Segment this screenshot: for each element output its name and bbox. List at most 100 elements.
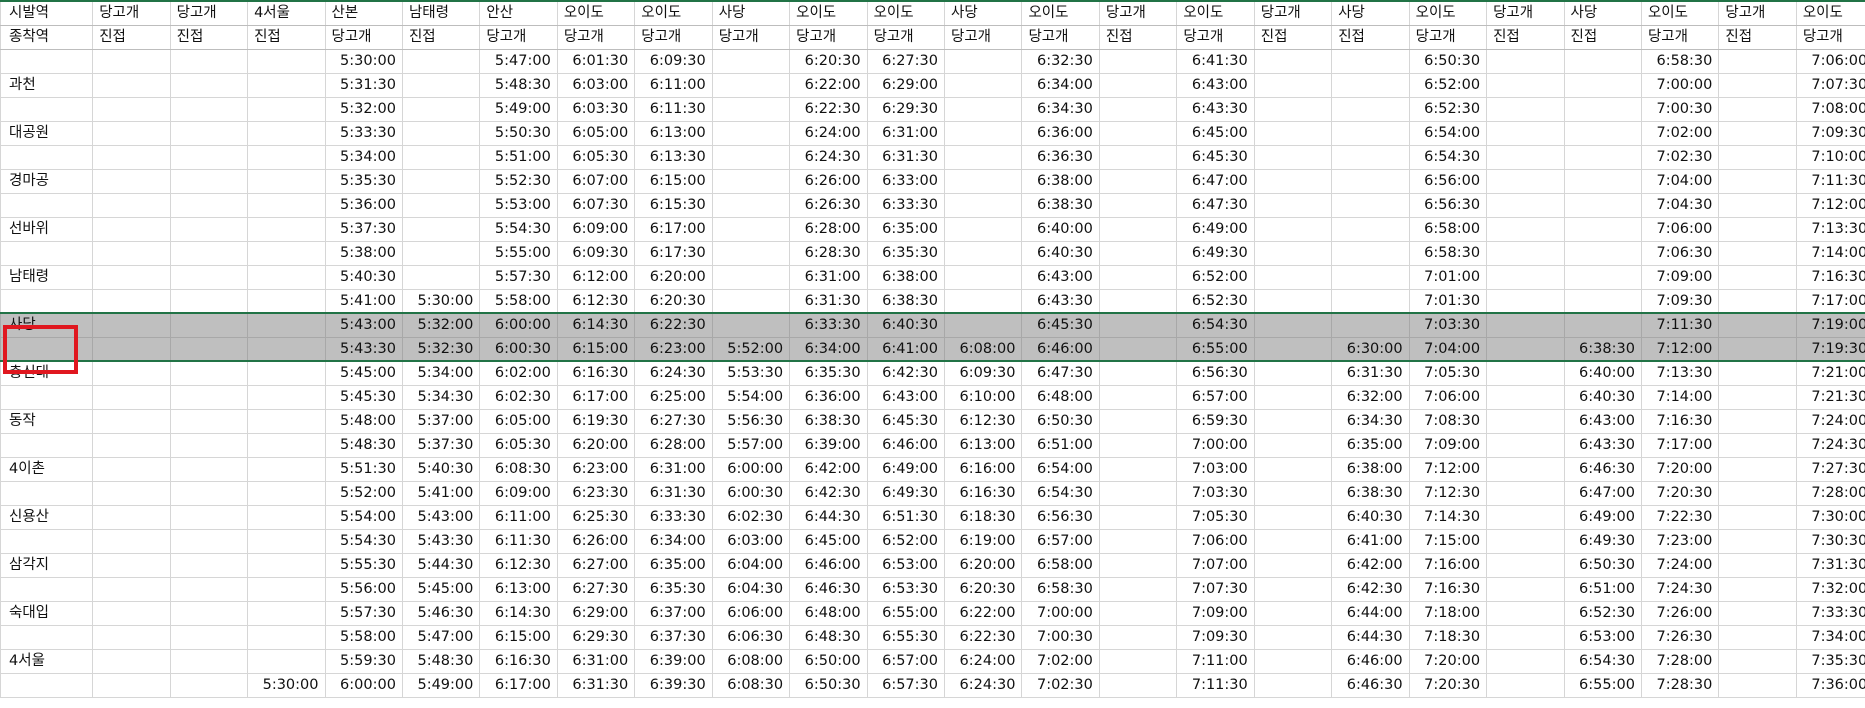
time-cell[interactable]: 7:05:30	[1408, 360, 1488, 386]
time-cell[interactable]	[1098, 264, 1178, 290]
time-cell[interactable]: 6:38:30	[1021, 192, 1100, 218]
header-cell[interactable]: 사당	[943, 0, 1023, 26]
time-cell[interactable]: 7:07:30	[1176, 576, 1255, 602]
time-cell[interactable]	[1486, 216, 1565, 242]
time-cell[interactable]: 6:14:30	[556, 312, 636, 338]
time-cell[interactable]: 6:49:30	[1176, 240, 1255, 266]
time-cell[interactable]: 6:31:30	[634, 480, 713, 506]
time-cell[interactable]: 6:28:30	[789, 240, 868, 266]
time-cell[interactable]: 6:03:00	[711, 528, 791, 554]
time-cell[interactable]	[92, 600, 171, 626]
time-cell[interactable]: 6:58:00	[1408, 216, 1488, 242]
time-cell[interactable]: 6:31:30	[789, 288, 868, 314]
time-cell[interactable]: 6:31:30	[1331, 360, 1410, 386]
time-cell[interactable]: 6:46:30	[789, 576, 868, 602]
time-cell[interactable]	[1098, 360, 1178, 386]
time-cell[interactable]	[401, 144, 481, 170]
time-cell[interactable]	[943, 48, 1023, 74]
time-cell[interactable]: 6:08:30	[479, 456, 558, 482]
time-cell[interactable]: 5:54:30	[324, 528, 403, 554]
time-cell[interactable]	[1486, 480, 1565, 506]
time-cell[interactable]	[1253, 408, 1333, 434]
time-cell[interactable]: 6:37:30	[634, 624, 713, 650]
time-cell[interactable]: 6:04:30	[711, 576, 791, 602]
time-cell[interactable]: 6:33:30	[789, 312, 868, 338]
time-cell[interactable]: 6:23:30	[556, 480, 636, 506]
spreadsheet-grid[interactable]: 시발역 당고개 당고개 4서울 산본 남태령 안산 오이도 오이도 사당 오이도 오이도 사당 오이도 당고…	[0, 0, 1865, 708]
time-cell[interactable]: 7:26:30	[1640, 624, 1720, 650]
time-cell[interactable]: 6:12:30	[943, 408, 1023, 434]
header-cell[interactable]: 당고개	[1486, 0, 1565, 26]
time-cell[interactable]: 6:54:30	[1021, 480, 1100, 506]
time-cell[interactable]: 6:48:00	[789, 600, 868, 626]
time-cell[interactable]: 7:09:30	[1795, 120, 1865, 146]
time-cell[interactable]: 6:19:00	[943, 528, 1023, 554]
time-cell[interactable]	[1718, 624, 1797, 650]
time-cell[interactable]	[1098, 288, 1178, 314]
time-cell[interactable]: 7:14:00	[1795, 240, 1865, 266]
time-cell[interactable]	[1486, 192, 1565, 218]
time-cell[interactable]: 7:04:30	[1640, 192, 1720, 218]
station-cell[interactable]: 4이촌	[0, 456, 94, 482]
time-cell[interactable]: 6:58:30	[1640, 48, 1720, 74]
header-cell[interactable]: 오이도	[1640, 0, 1720, 26]
time-cell[interactable]	[1098, 456, 1178, 482]
time-cell[interactable]: 6:12:00	[556, 264, 636, 290]
time-cell[interactable]	[711, 192, 791, 218]
time-cell[interactable]: 6:43:00	[1021, 264, 1100, 290]
time-cell[interactable]: 6:46:30	[1563, 456, 1642, 482]
time-cell[interactable]: 6:57:30	[866, 672, 946, 698]
time-cell[interactable]: 7:28:00	[1640, 648, 1720, 674]
time-cell[interactable]: 7:09:00	[1176, 600, 1255, 626]
time-cell[interactable]: 5:57:30	[479, 264, 558, 290]
time-cell[interactable]	[1563, 72, 1642, 98]
time-cell[interactable]: 7:12:30	[1408, 480, 1488, 506]
time-cell[interactable]: 6:31:00	[634, 456, 713, 482]
time-cell[interactable]	[1486, 168, 1565, 194]
time-cell[interactable]	[1098, 648, 1178, 674]
time-cell[interactable]	[1486, 312, 1565, 338]
time-cell[interactable]: 7:24:00	[1795, 408, 1865, 434]
time-cell[interactable]: 7:30:30	[1795, 528, 1865, 554]
time-cell[interactable]: 6:06:00	[711, 600, 791, 626]
time-cell[interactable]: 6:09:30	[634, 48, 713, 74]
time-cell[interactable]: 6:32:00	[1331, 384, 1410, 410]
time-cell[interactable]: 6:59:30	[1176, 408, 1255, 434]
time-cell[interactable]	[247, 432, 326, 458]
time-cell[interactable]: 6:11:30	[479, 528, 558, 554]
time-cell[interactable]: 6:36:30	[1021, 144, 1100, 170]
header-cell[interactable]: 당고개	[1176, 24, 1255, 50]
time-cell[interactable]: 6:54:30	[1563, 648, 1642, 674]
time-cell[interactable]: 5:45:00	[401, 576, 481, 602]
time-cell[interactable]: 6:07:30	[556, 192, 636, 218]
time-cell[interactable]	[1718, 384, 1797, 410]
time-cell[interactable]	[1718, 216, 1797, 242]
time-cell[interactable]: 5:45:30	[324, 384, 403, 410]
time-cell[interactable]: 5:54:30	[479, 216, 558, 242]
time-cell[interactable]	[1098, 192, 1178, 218]
time-cell[interactable]: 7:32:00	[1795, 576, 1865, 602]
header-cell[interactable]: 사당	[1563, 0, 1642, 26]
time-cell[interactable]: 5:50:30	[479, 120, 558, 146]
time-cell[interactable]: 5:30:00	[401, 288, 481, 314]
time-cell[interactable]: 6:23:00	[634, 336, 713, 362]
time-cell[interactable]	[1486, 144, 1565, 170]
time-cell[interactable]	[1486, 120, 1565, 146]
station-cell[interactable]	[0, 432, 94, 458]
time-cell[interactable]	[1563, 216, 1642, 242]
time-cell[interactable]: 7:13:30	[1640, 360, 1720, 386]
header-cell[interactable]: 당고개	[1098, 0, 1178, 26]
time-cell[interactable]: 6:54:00	[1021, 456, 1100, 482]
time-cell[interactable]	[1253, 360, 1333, 386]
time-cell[interactable]	[1563, 144, 1642, 170]
time-cell[interactable]: 6:17:30	[634, 240, 713, 266]
time-cell[interactable]	[943, 192, 1023, 218]
time-cell[interactable]	[169, 384, 249, 410]
time-cell[interactable]	[1253, 288, 1333, 314]
time-cell[interactable]	[1253, 480, 1333, 506]
time-cell[interactable]: 6:53:00	[866, 552, 946, 578]
time-cell[interactable]: 7:02:00	[1640, 120, 1720, 146]
time-cell[interactable]	[92, 384, 171, 410]
time-cell[interactable]	[1718, 48, 1797, 74]
time-cell[interactable]: 5:37:30	[401, 432, 481, 458]
